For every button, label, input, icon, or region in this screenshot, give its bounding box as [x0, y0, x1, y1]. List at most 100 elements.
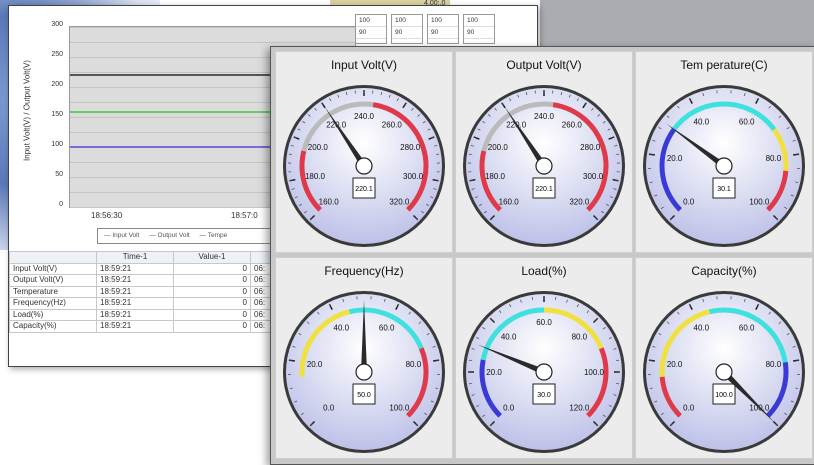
legend-item: — Tempe	[200, 232, 232, 239]
table-cell: Output Volt(V)	[10, 275, 97, 287]
y-tick-label: 100	[37, 141, 63, 148]
table-cell: 0	[174, 263, 251, 275]
gauge-panel-temperature: Tem perature(C) 0.020.040.060.080.0100.0…	[635, 51, 813, 253]
gauge-scale-label: 120.0	[569, 403, 590, 412]
gauge-hub	[536, 158, 552, 174]
gauge-scale-label: 100.0	[584, 368, 605, 377]
column-header: Time-1	[97, 252, 174, 264]
gauge-value-readout: 50.0	[357, 392, 371, 399]
gauge-scale-label: 200.0	[308, 143, 329, 152]
gauge-scale-label: 80.0	[766, 360, 782, 369]
y-tick-label: 0	[37, 201, 63, 208]
values-table: Time-1 Value-1 T Input Volt(V)18:59:2100…	[9, 251, 298, 333]
gauge-panel-output-volt: Output Volt(V) 160.0180.0200.0220.0240.0…	[455, 51, 633, 253]
gauge-value-readout: 30.0	[537, 392, 551, 399]
y-axis-label: Input Volt(V) / Output Volt(V)	[23, 51, 32, 171]
y-tick-label: 150	[37, 111, 63, 118]
table-cell: 18:59:21	[97, 275, 174, 287]
gauge-scale-label: 320.0	[389, 197, 410, 206]
temperature-gauge: 0.020.040.060.080.0100.030.1	[636, 78, 812, 250]
column-header	[10, 252, 97, 264]
gauge-scale-label: 0.0	[503, 403, 515, 412]
table-cell: 18:59:21	[97, 286, 174, 298]
gauge-scale-label: 60.0	[379, 323, 395, 332]
gauge-hub	[536, 364, 552, 380]
table-cell: Load(%)	[10, 309, 97, 321]
grid-line	[70, 42, 355, 43]
table-row[interactable]: Input Volt(V)18:59:21006:	[10, 263, 298, 275]
table-cell: Capacity(%)	[10, 321, 97, 333]
gauge-scale-label: 180.0	[485, 172, 506, 181]
table-row[interactable]: Temperature18:59:21006:	[10, 286, 298, 298]
grid-line	[70, 27, 355, 28]
gauge-title: Output Volt(V)	[456, 58, 632, 72]
table-cell: Frequency(Hz)	[10, 298, 97, 310]
load-gauge: 0.0 20.0 40.0 60.0 80.0 100.0 120.0 30.0	[456, 284, 632, 456]
gauge-title: Load(%)	[456, 264, 632, 278]
frequency-gauge: 0.020.040.060.080.0100.050.0	[276, 284, 452, 456]
gauge-scale-label: 80.0	[406, 360, 422, 369]
gauge-value-readout: 30.1	[717, 186, 731, 193]
gauge-scale-label: 60.0	[536, 318, 552, 327]
gauge-scale-label: 160.0	[319, 197, 340, 206]
table-cell: 0	[174, 298, 251, 310]
table-cell: 0	[174, 321, 251, 333]
gauge-scale-label: 40.0	[501, 333, 517, 342]
x-tick-label: 18:56:30	[91, 211, 122, 220]
y-tick-label: 300	[37, 21, 63, 28]
table-row[interactable]: Frequency(Hz)18:59:21006:	[10, 298, 298, 310]
table-cell: 18:59:21	[97, 321, 174, 333]
capacity-gauge: 0.020.040.060.080.0100.0100.0	[636, 284, 812, 456]
gauge-scale-label: 280.0	[400, 143, 421, 152]
gauge-hub	[356, 364, 372, 380]
gauge-scale-label: 20.0	[486, 368, 502, 377]
table-cell: 0	[174, 275, 251, 287]
gauge-title: Capacity(%)	[636, 264, 812, 278]
y-tick-label: 250	[37, 51, 63, 58]
table-cell: Temperature	[10, 286, 97, 298]
table-header-row: Time-1 Value-1 T	[10, 252, 298, 264]
mini-scale-column: 10090	[463, 14, 495, 44]
x-tick-label: 18:57:0	[231, 211, 258, 220]
table-row[interactable]: Output Volt(V)18:59:21006:	[10, 275, 298, 287]
gauge-hub	[716, 158, 732, 174]
mini-scale-column: 10090	[427, 14, 459, 44]
gauge-title: Input Volt(V)	[276, 58, 452, 72]
gauge-hub	[716, 364, 732, 380]
gauge-scale-label: 80.0	[766, 154, 782, 163]
gauge-scale-label: 60.0	[739, 117, 755, 126]
gauge-scale-label: 60.0	[739, 323, 755, 332]
gauge-value-readout: 220.1	[535, 186, 553, 193]
gauge-scale-label: 0.0	[683, 197, 695, 206]
gauge-scale-label: 20.0	[667, 360, 683, 369]
gauge-scale-label: 100.0	[389, 403, 410, 412]
gauge-scale-label: 80.0	[572, 333, 588, 342]
table-cell: 0	[174, 286, 251, 298]
gauge-scale-label: 40.0	[694, 117, 710, 126]
input-volt-gauge: 160.0180.0200.0220.0240.0260.0280.0300.0…	[276, 78, 452, 250]
legend-item: — Input Volt	[104, 232, 143, 239]
gauge-scale-label: 100.0	[749, 197, 770, 206]
gauge-scale-label: 240.0	[534, 112, 555, 121]
gauge-scale-label: 300.0	[583, 172, 604, 181]
y-tick-label: 200	[37, 81, 63, 88]
gauge-scale-label: 0.0	[683, 403, 695, 412]
desktop-background-gray	[540, 0, 814, 48]
table-cell: 18:59:21	[97, 298, 174, 310]
gauge-scale-label: 320.0	[569, 197, 590, 206]
gauge-scale-label: 40.0	[334, 323, 350, 332]
gauge-hub	[356, 158, 372, 174]
gauge-scale-label: 260.0	[382, 120, 403, 129]
y-tick-label: 50	[37, 171, 63, 178]
gauge-scale-label: 240.0	[354, 112, 375, 121]
gauge-value-readout: 100.0	[715, 392, 733, 399]
mini-scale-column: 10090	[391, 14, 423, 44]
gauges-window[interactable]: Input Volt(V) 160.0180.0200.0220.0240.02…	[270, 46, 814, 465]
table-row[interactable]: Load(%)18:59:21006:	[10, 309, 298, 321]
gauge-scale-label: 300.0	[403, 172, 424, 181]
gauge-title: Frequency(Hz)	[276, 264, 452, 278]
table-row[interactable]: Capacity(%)18:59:21006:	[10, 321, 298, 333]
gauge-scale-label: 260.0	[562, 120, 583, 129]
gauge-scale-label: 280.0	[580, 143, 601, 152]
gauge-panel-input-volt: Input Volt(V) 160.0180.0200.0220.0240.02…	[275, 51, 453, 253]
